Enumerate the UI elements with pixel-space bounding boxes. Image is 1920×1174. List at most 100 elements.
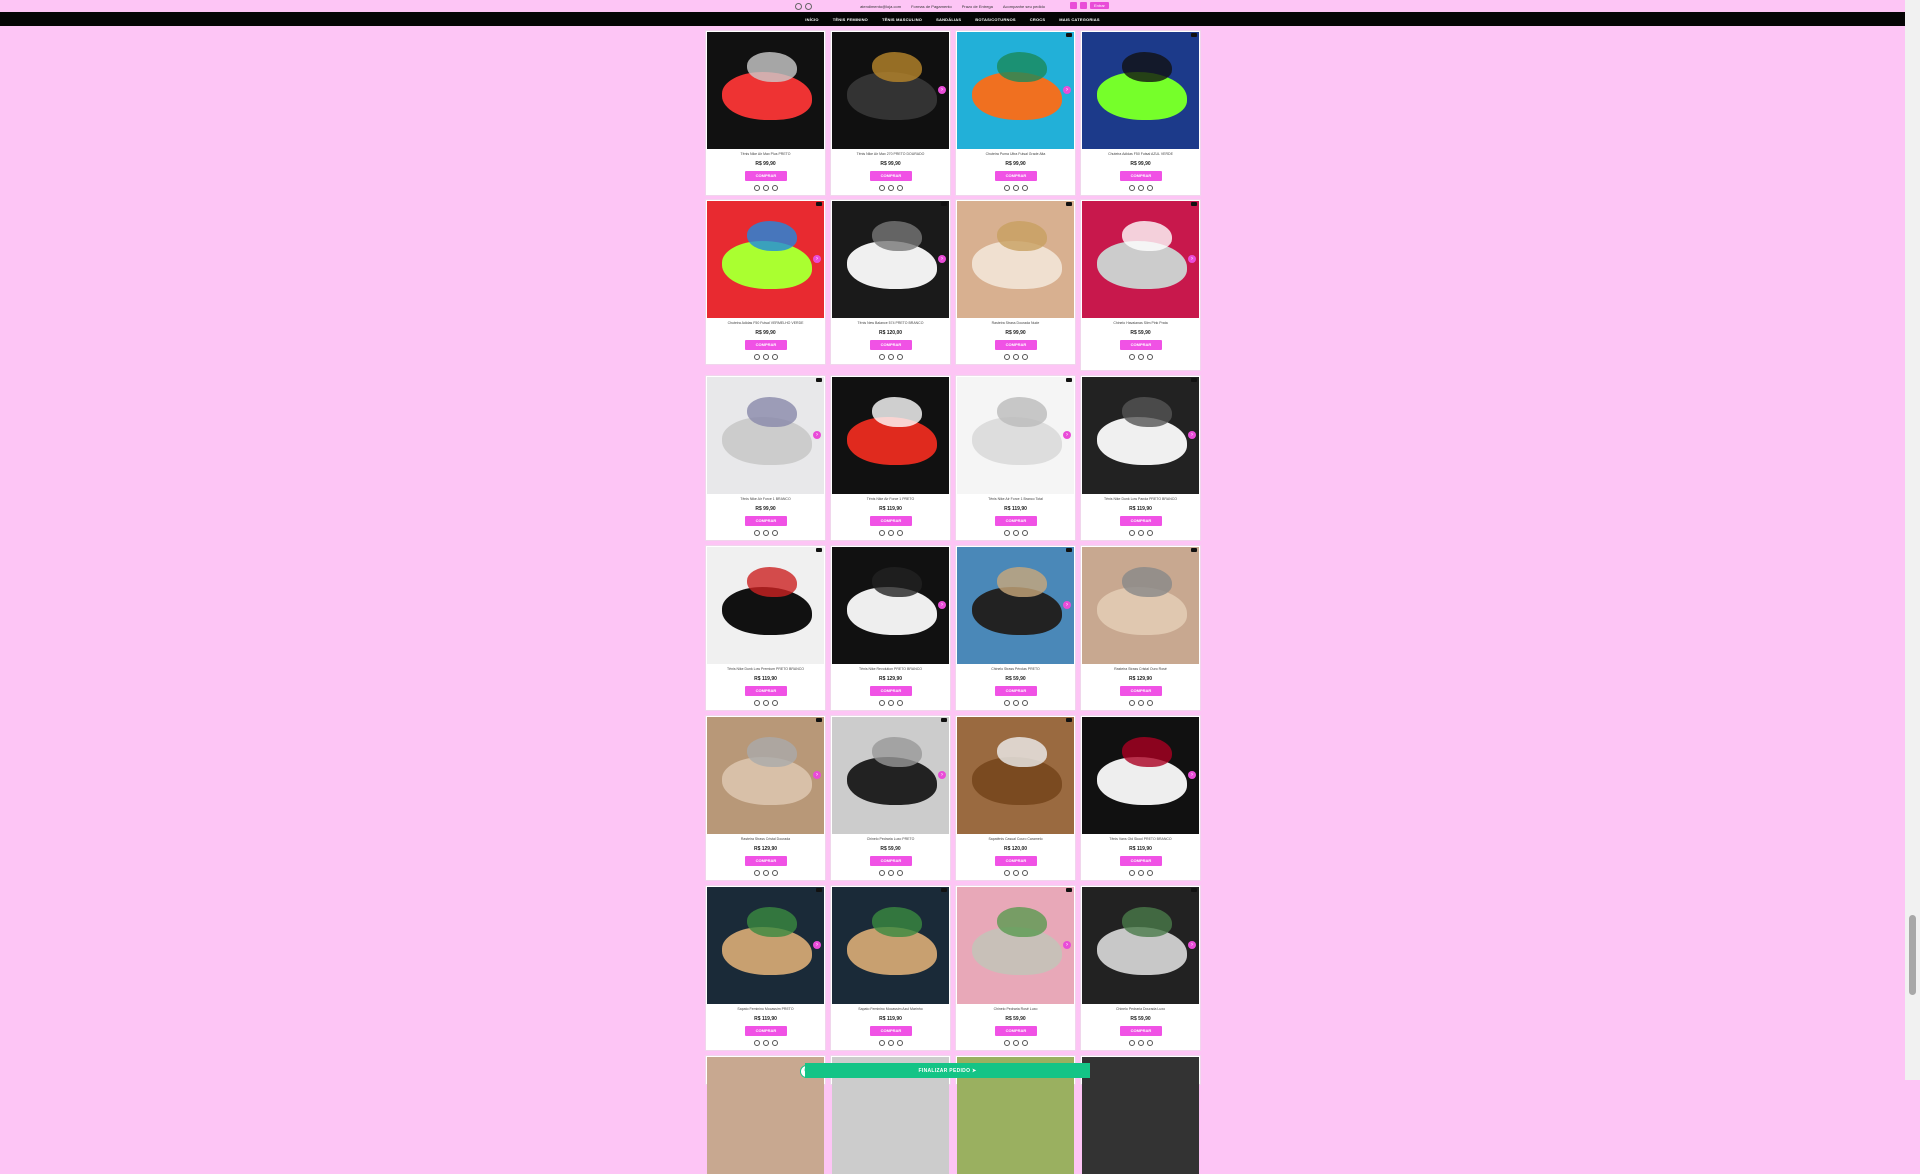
product-image[interactable] xyxy=(1082,717,1199,834)
product-image[interactable] xyxy=(832,887,949,1004)
product-card[interactable]: › Chinelo Havaianas Slim Pink Prata R$ 59,… xyxy=(1080,199,1201,371)
chat-icon[interactable] xyxy=(887,185,894,191)
heart-icon[interactable] xyxy=(878,185,885,191)
product-name[interactable]: Sapato Feminino Mocassim PRETO xyxy=(710,1007,821,1011)
product-name[interactable]: Tênis Vans Old Skool PRETO BRANCO xyxy=(1085,837,1196,841)
product-card[interactable]: › Tênis Nike Dunk Low Panda PRETO BRANCO R… xyxy=(1080,375,1201,541)
chat-icon[interactable] xyxy=(762,870,769,876)
product-card[interactable] xyxy=(1080,1055,1201,1174)
product-card[interactable]: › Chinelo Pedraria Rosê Luxo R$ 59,90 COMPR… xyxy=(955,885,1076,1051)
buy-button[interactable]: COMPRAR xyxy=(745,856,787,866)
next-image-arrow-icon[interactable]: › xyxy=(1063,86,1071,94)
nav-item-inicio[interactable]: INÍCIO xyxy=(805,17,818,22)
checkout-button[interactable]: FINALIZAR PEDIDO ➤ xyxy=(805,1063,1090,1078)
heart-icon[interactable] xyxy=(753,870,760,876)
product-name[interactable]: Tênis Nike Air Force 1 PRETO xyxy=(835,497,946,501)
heart-icon[interactable] xyxy=(1128,1040,1135,1046)
chat-icon[interactable] xyxy=(1012,354,1019,360)
next-image-arrow-icon[interactable]: › xyxy=(1188,255,1196,263)
product-card[interactable]: › Tênis Vans Old Skool PRETO BRANCO R$ 119… xyxy=(1080,715,1201,881)
product-name[interactable]: Chinelo Havaianas Slim Pink Prata xyxy=(1085,321,1196,325)
chat-icon[interactable] xyxy=(1137,185,1144,191)
chat-icon[interactable] xyxy=(762,185,769,191)
product-name[interactable]: Chinelo Pedraria Dourada Luxo xyxy=(1085,1007,1196,1011)
product-card[interactable]: › Tênis Nike Air Max 270 PRETO DOURADO R$ … xyxy=(830,30,951,196)
chat-icon[interactable] xyxy=(887,354,894,360)
nav-item-crocs[interactable]: CROCS xyxy=(1030,17,1045,22)
nav-item-tenis-masculino[interactable]: TÊNIS MASCULINO xyxy=(882,17,922,22)
chat-icon[interactable] xyxy=(887,530,894,536)
buy-button[interactable]: COMPRAR xyxy=(1120,516,1162,526)
heart-icon[interactable] xyxy=(1003,1040,1010,1046)
next-image-arrow-icon[interactable]: › xyxy=(1188,431,1196,439)
share-icon[interactable] xyxy=(1021,530,1028,536)
buy-button[interactable]: COMPRAR xyxy=(995,686,1037,696)
buy-button[interactable]: COMPRAR xyxy=(745,340,787,350)
heart-icon[interactable] xyxy=(878,700,885,706)
product-name[interactable]: Tênis Nike Dunk Low Panda PRETO BRANCO xyxy=(1085,497,1196,501)
product-image[interactable] xyxy=(957,32,1074,149)
heart-icon[interactable] xyxy=(878,354,885,360)
user-icon[interactable] xyxy=(1070,2,1077,9)
product-image[interactable] xyxy=(707,547,824,664)
product-name[interactable]: Chuteira Adidas F50 Futsal VERMELHO VERD… xyxy=(710,321,821,325)
next-image-arrow-icon[interactable]: › xyxy=(1063,431,1071,439)
product-image[interactable] xyxy=(707,377,824,494)
product-name[interactable]: Rasteira Strass Cristal Dourada xyxy=(710,837,821,841)
heart-icon[interactable] xyxy=(1003,354,1010,360)
buy-button[interactable]: COMPRAR xyxy=(995,340,1037,350)
next-image-arrow-icon[interactable]: › xyxy=(813,255,821,263)
product-name[interactable]: Tênis New Balance 574 PRETO BRANCO xyxy=(835,321,946,325)
nav-item-tenis-feminino[interactable]: TÊNIS FEMININO xyxy=(833,17,868,22)
chat-icon[interactable] xyxy=(1012,530,1019,536)
product-card[interactable]: › Chuteira Adidas F50 Futsal VERMELHO VER… xyxy=(705,199,826,365)
chat-icon[interactable] xyxy=(1012,185,1019,191)
next-image-arrow-icon[interactable]: › xyxy=(813,771,821,779)
share-icon[interactable] xyxy=(771,700,778,706)
next-image-arrow-icon[interactable]: › xyxy=(813,431,821,439)
heart-icon[interactable] xyxy=(878,530,885,536)
buy-button[interactable]: COMPRAR xyxy=(1120,856,1162,866)
chat-icon[interactable] xyxy=(887,700,894,706)
info-shipping[interactable]: Prazo de Entrega xyxy=(962,4,993,9)
heart-icon[interactable] xyxy=(1003,700,1010,706)
product-image[interactable] xyxy=(707,887,824,1004)
product-image[interactable] xyxy=(957,717,1074,834)
product-card[interactable]: › Tênis New Balance 574 PRETO BRANCO R$ 12… xyxy=(830,199,951,365)
share-icon[interactable] xyxy=(896,870,903,876)
chat-icon[interactable] xyxy=(762,1040,769,1046)
product-name[interactable]: Chinelo Strass Pérolas PRETO xyxy=(960,667,1071,671)
chat-icon[interactable] xyxy=(1012,700,1019,706)
heart-icon[interactable] xyxy=(878,1040,885,1046)
product-image[interactable] xyxy=(957,201,1074,318)
share-icon[interactable] xyxy=(896,700,903,706)
product-name[interactable]: Tênis Nike Air Force 1 Branco Total xyxy=(960,497,1071,501)
product-card[interactable]: › Sapato Feminino Mocassim PRETO R$ 119,90… xyxy=(705,885,826,1051)
product-image[interactable] xyxy=(1082,887,1199,1004)
product-name[interactable]: Rasteira Strass Cristal Ouro Rosé xyxy=(1085,667,1196,671)
buy-button[interactable]: COMPRAR xyxy=(870,340,912,350)
chat-icon[interactable] xyxy=(1137,700,1144,706)
share-icon[interactable] xyxy=(1146,700,1153,706)
product-name[interactable]: Chinelo Pedraria Rosê Luxo xyxy=(960,1007,1071,1011)
heart-icon[interactable] xyxy=(1128,185,1135,191)
buy-button[interactable]: COMPRAR xyxy=(995,516,1037,526)
product-card[interactable]: Rasteira Strass Dourada Nude R$ 99,90 COMP… xyxy=(955,199,1076,365)
product-image[interactable] xyxy=(832,32,949,149)
next-image-arrow-icon[interactable]: › xyxy=(1188,941,1196,949)
share-icon[interactable] xyxy=(771,870,778,876)
buy-button[interactable]: COMPRAR xyxy=(995,1026,1037,1036)
buy-button[interactable]: COMPRAR xyxy=(870,856,912,866)
product-image[interactable] xyxy=(832,201,949,318)
share-icon[interactable] xyxy=(896,1040,903,1046)
next-image-arrow-icon[interactable]: › xyxy=(1188,771,1196,779)
heart-icon[interactable] xyxy=(1128,354,1135,360)
buy-button[interactable]: COMPRAR xyxy=(870,171,912,181)
heart-icon[interactable] xyxy=(753,530,760,536)
share-icon[interactable] xyxy=(896,530,903,536)
buy-button[interactable]: COMPRAR xyxy=(1120,340,1162,350)
heart-icon[interactable] xyxy=(753,1040,760,1046)
next-image-arrow-icon[interactable]: › xyxy=(1063,941,1071,949)
share-icon[interactable] xyxy=(1146,530,1153,536)
product-card[interactable]: › Chinelo Strass Pérolas PRETO R$ 59,90 COM… xyxy=(955,545,1076,711)
